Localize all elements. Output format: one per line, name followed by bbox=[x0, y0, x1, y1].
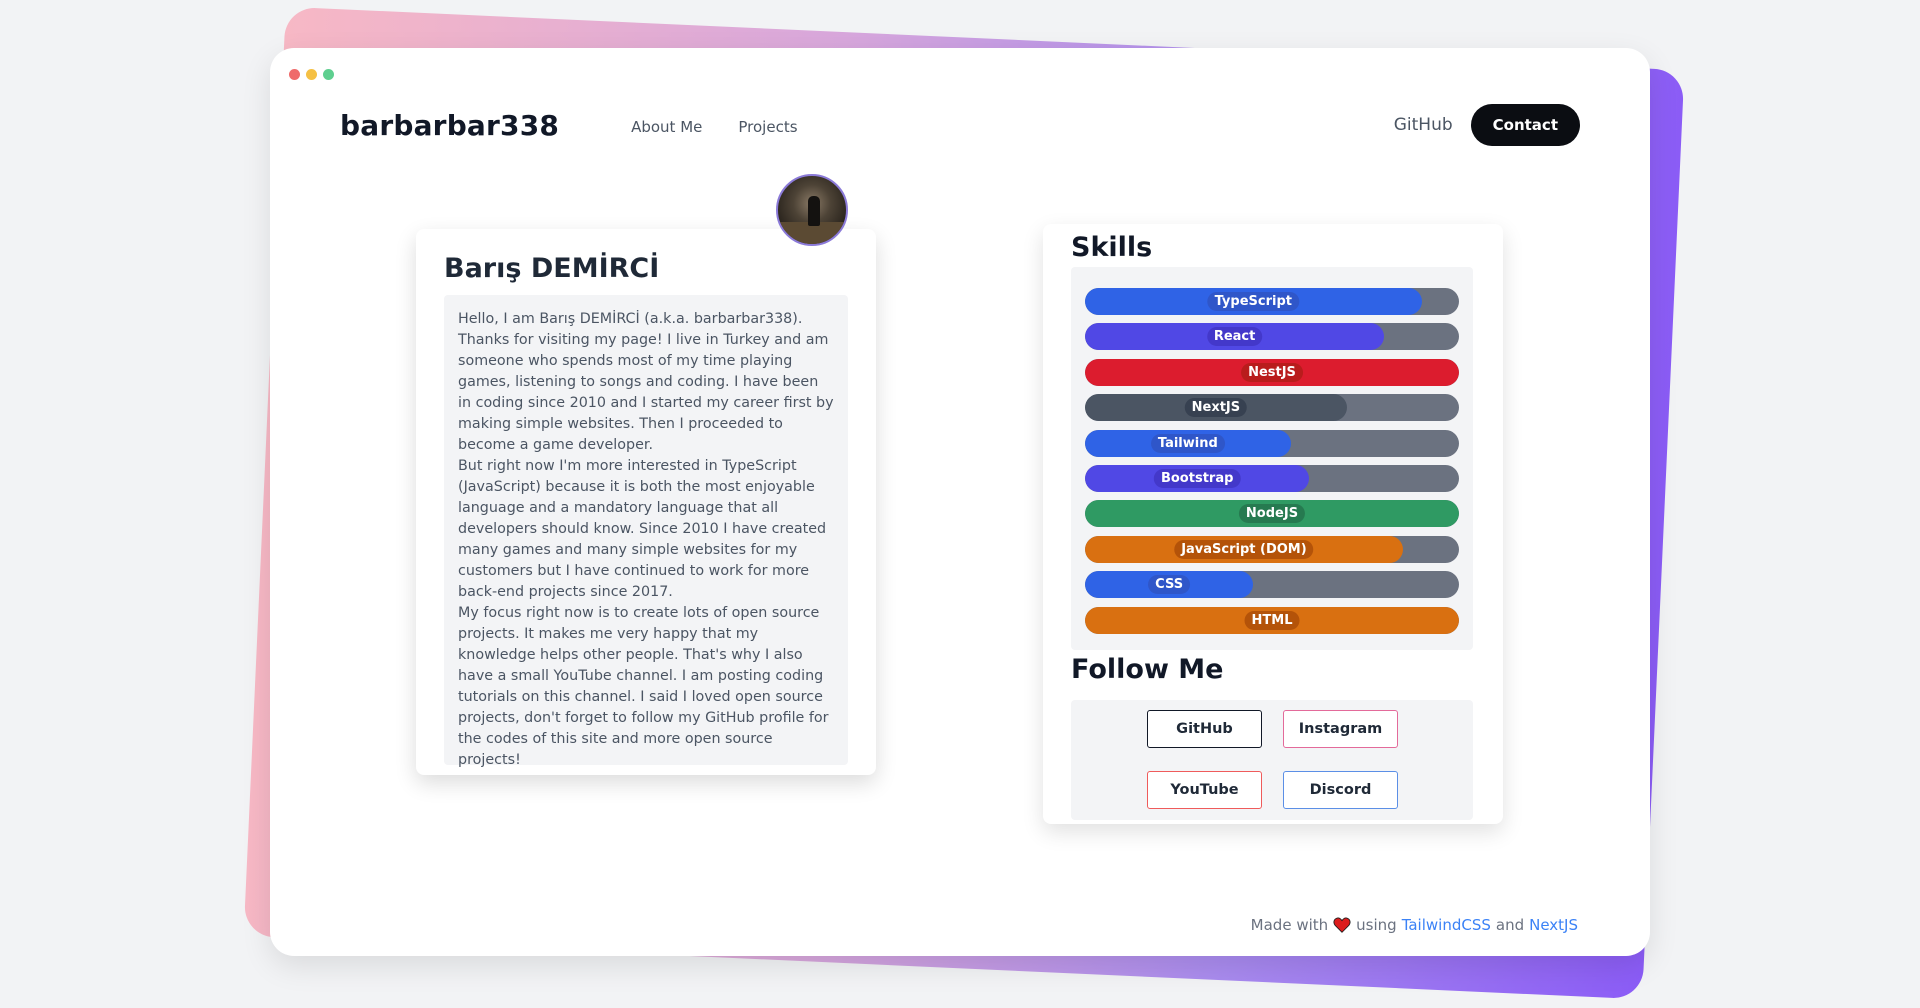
close-dot[interactable] bbox=[289, 69, 300, 80]
maximize-dot[interactable] bbox=[323, 69, 334, 80]
about-paragraph: Hello, I am Barış DEMİRCİ (a.k.a. barbar… bbox=[458, 311, 834, 453]
skills-title: Skills bbox=[1071, 232, 1153, 263]
skill-label: HTML bbox=[1244, 610, 1300, 630]
contact-button[interactable]: Contact bbox=[1470, 104, 1580, 146]
skill-label: React bbox=[1206, 327, 1263, 347]
window-controls bbox=[289, 69, 334, 80]
skill-label: TypeScript bbox=[1207, 292, 1299, 311]
about-card: Barış DEMİRCİ Hello, I am Barış DEMİRCİ … bbox=[416, 229, 876, 775]
nav-link-about[interactable]: About Me bbox=[631, 118, 702, 136]
skills-list: TypeScript React NestJS NextJS Tailwind Boots… bbox=[1071, 267, 1473, 650]
top-nav: barbarbar338 About Me Projects GitHub Co… bbox=[340, 103, 1580, 147]
skills-card: Skills TypeScript React NestJS NextJS Tailwi… bbox=[1043, 224, 1503, 824]
skill-label: CSS bbox=[1148, 575, 1191, 595]
skill-label: JavaScript (DOM) bbox=[1174, 539, 1314, 559]
skill-label: NodeJS bbox=[1238, 504, 1306, 524]
nav-actions: GitHub Contact bbox=[1394, 104, 1580, 146]
skill-bar: NextJS bbox=[1085, 394, 1459, 422]
skill-bar: React bbox=[1085, 323, 1459, 351]
footer: Made with using TailwindCSS and NextJS bbox=[1251, 916, 1578, 934]
footer-and: and bbox=[1495, 916, 1525, 934]
nav-github-link[interactable]: GitHub bbox=[1394, 115, 1453, 135]
nextjs-link[interactable]: NextJS bbox=[1529, 916, 1578, 934]
footer-prefix: Made with bbox=[1250, 916, 1329, 934]
heart-icon bbox=[1333, 917, 1351, 933]
footer-mid: using bbox=[1356, 916, 1397, 934]
skill-label: Bootstrap bbox=[1153, 468, 1241, 488]
browser-window: barbarbar338 About Me Projects GitHub Co… bbox=[270, 48, 1650, 956]
instagram-button[interactable]: Instagram bbox=[1283, 710, 1398, 748]
skill-bar: HTML bbox=[1085, 606, 1459, 634]
about-title: Barış DEMİRCİ bbox=[444, 253, 660, 284]
nav-link-projects[interactable]: Projects bbox=[738, 118, 797, 136]
skill-bar: TypeScript bbox=[1085, 288, 1459, 315]
brand-logo[interactable]: barbarbar338 bbox=[340, 109, 559, 142]
tailwind-link[interactable]: TailwindCSS bbox=[1402, 916, 1491, 934]
avatar bbox=[776, 174, 848, 246]
discord-button[interactable]: Discord bbox=[1283, 771, 1398, 809]
minimize-dot[interactable] bbox=[306, 69, 317, 80]
skill-bar: Tailwind bbox=[1085, 429, 1459, 457]
follow-buttons: GitHub Instagram YouTube Discord bbox=[1071, 700, 1473, 820]
skill-bar: NodeJS bbox=[1085, 500, 1459, 528]
follow-title: Follow Me bbox=[1071, 654, 1224, 685]
skill-label: NestJS bbox=[1241, 362, 1303, 382]
youtube-button[interactable]: YouTube bbox=[1147, 771, 1262, 809]
skill-bar: NestJS bbox=[1085, 358, 1459, 386]
skill-label: Tailwind bbox=[1150, 433, 1225, 453]
skill-label: NextJS bbox=[1184, 398, 1248, 418]
about-paragraph: But right now I'm more interested in Typ… bbox=[458, 458, 827, 600]
about-body: Hello, I am Barış DEMİRCİ (a.k.a. barbar… bbox=[444, 295, 848, 768]
skill-bar: Bootstrap bbox=[1085, 464, 1459, 492]
github-button[interactable]: GitHub bbox=[1147, 710, 1262, 748]
nav-links: About Me Projects bbox=[631, 114, 797, 136]
skill-bar: JavaScript (DOM) bbox=[1085, 535, 1459, 563]
about-paragraph: My focus right now is to create lots of … bbox=[458, 605, 829, 768]
skill-bar: CSS bbox=[1085, 571, 1459, 599]
